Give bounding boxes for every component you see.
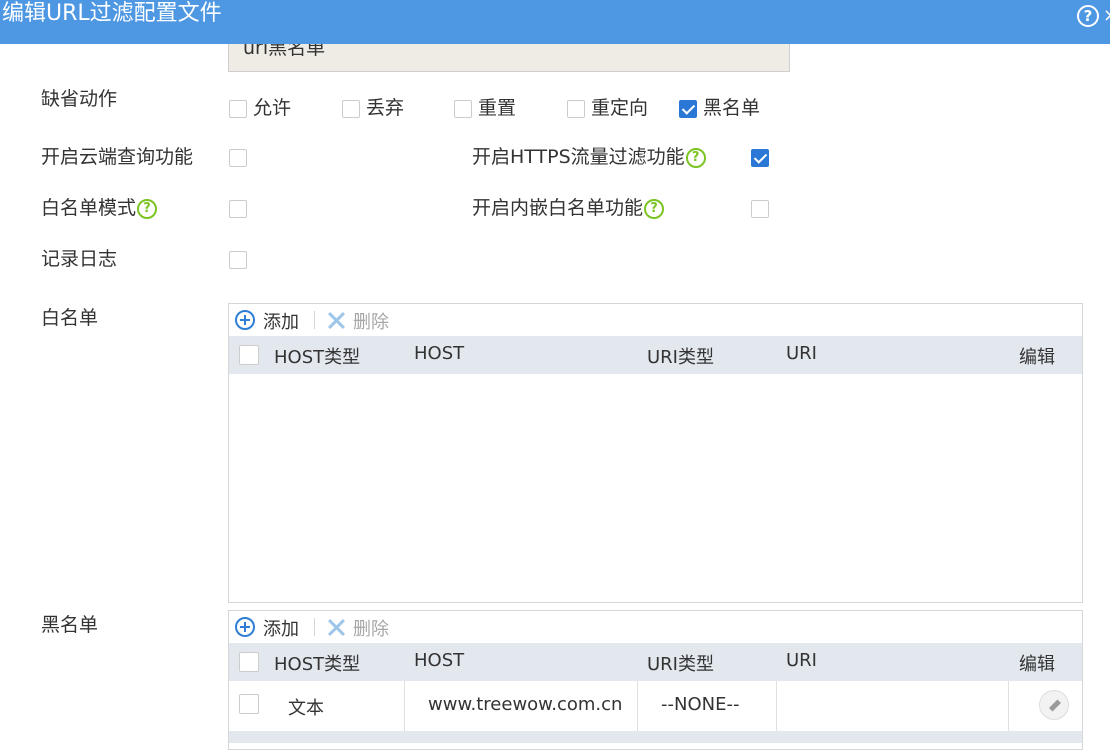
whitelist-header-row: HOST类型 HOST URI类型 URI 编辑 <box>229 336 1082 374</box>
plus-circle-icon <box>235 617 255 637</box>
cell-divider <box>637 681 638 731</box>
cell-uri-type: --NONE-- <box>661 694 740 715</box>
https-filter-label-wrap: 开启HTTPS流量过滤功能? <box>472 145 706 169</box>
column-host-type[interactable]: HOST类型 <box>274 650 360 676</box>
pencil-edit-icon[interactable] <box>1039 690 1069 720</box>
whitelist-grid: 添加 删除 HOST类型 HOST URI类型 URI 编辑 <box>228 303 1083 603</box>
blacklist-add-label: 添加 <box>263 619 299 640</box>
column-host[interactable]: HOST <box>414 343 464 364</box>
column-uri-type[interactable]: URI类型 <box>647 650 714 676</box>
cell-host: www.treewow.com.cn <box>428 694 623 715</box>
table-row[interactable] <box>229 731 1082 743</box>
blacklist-toolbar: 添加 删除 <box>229 611 1082 643</box>
reset-checkbox[interactable] <box>454 100 472 118</box>
table-row[interactable]: 文本 www.treewow.com.cn --NONE-- <box>229 681 1082 731</box>
help-icon[interactable]: ? <box>1077 5 1099 27</box>
whitelist-mode-label: 白名单模式 <box>41 197 137 219</box>
help-icon[interactable]: ? <box>644 198 665 219</box>
blacklist-grid: 添加 删除 HOST类型 HOST URI类型 URI 编辑 文本 www.tr… <box>228 610 1083 750</box>
column-edit: 编辑 <box>1019 347 1055 368</box>
redirect-checkbox[interactable] <box>567 100 585 118</box>
cell-divider <box>1008 681 1009 731</box>
embedded-whitelist-label: 开启内嵌白名单功能 <box>472 197 644 219</box>
row-checkbox[interactable] <box>239 694 259 714</box>
default-action-label: 缺省动作 <box>41 88 118 110</box>
blacklist-label: 黑名单 <box>41 614 99 636</box>
embedded-whitelist-checkbox[interactable] <box>751 200 769 218</box>
https-filter-checkbox[interactable] <box>751 149 769 167</box>
column-edit: 编辑 <box>1019 654 1055 675</box>
log-checkbox[interactable] <box>229 251 247 269</box>
close-icon[interactable]: × <box>1103 4 1110 28</box>
embedded-whitelist-label-wrap: 开启内嵌白名单功能? <box>472 196 665 220</box>
drop-checkbox[interactable] <box>342 100 360 118</box>
column-uri[interactable]: URI <box>786 650 817 671</box>
drop-label: 丢弃 <box>366 97 405 119</box>
whitelist-mode-checkbox[interactable] <box>229 200 247 218</box>
column-host-type[interactable]: HOST类型 <box>274 343 360 369</box>
toolbar-divider <box>314 311 315 329</box>
whitelist-select-all-checkbox[interactable] <box>239 345 259 365</box>
https-filter-label: 开启HTTPS流量过滤功能 <box>472 146 685 168</box>
blacklist-select-all-checkbox[interactable] <box>239 652 259 672</box>
toolbar-divider <box>314 618 315 636</box>
help-icon[interactable]: ? <box>137 198 158 219</box>
whitelist-label: 白名单 <box>41 307 99 329</box>
column-uri[interactable]: URI <box>786 343 817 364</box>
cloud-query-label: 开启云端查询功能 <box>41 146 194 168</box>
whitelist-toolbar: 添加 删除 <box>229 304 1082 336</box>
column-uri-type[interactable]: URI类型 <box>647 343 714 369</box>
delete-x-icon <box>326 616 346 638</box>
whitelist-add-label: 添加 <box>263 312 299 333</box>
cell-divider <box>776 681 777 731</box>
cell-divider <box>404 681 405 731</box>
profile-name-value: url黑名单 <box>243 44 326 59</box>
dialog-titlebar: 编辑URL过滤配置文件 ? × <box>0 0 1110 44</box>
cloud-query-checkbox[interactable] <box>229 149 247 167</box>
allow-label: 允许 <box>253 97 292 119</box>
help-icon[interactable]: ? <box>685 147 706 168</box>
log-label: 记录日志 <box>41 248 118 270</box>
cell-host-type: 文本 <box>288 698 324 719</box>
redirect-label: 重定向 <box>591 97 649 119</box>
whitelist-delete-label: 删除 <box>353 312 389 333</box>
delete-x-icon <box>326 309 346 331</box>
reset-label: 重置 <box>478 97 517 119</box>
column-host[interactable]: HOST <box>414 650 464 671</box>
blacklist-delete-label: 删除 <box>353 619 389 640</box>
blacklist-header-row: HOST类型 HOST URI类型 URI 编辑 <box>229 643 1082 681</box>
plus-circle-icon <box>235 310 255 330</box>
dialog-title: 编辑URL过滤配置文件 <box>2 1 222 26</box>
whitelist-mode-label-wrap: 白名单模式? <box>41 196 158 220</box>
blacklist-action-label: 黑名单 <box>703 97 761 119</box>
profile-name-input[interactable]: url黑名单 <box>228 44 790 72</box>
blacklist-action-checkbox[interactable] <box>679 100 697 118</box>
allow-checkbox[interactable] <box>229 100 247 118</box>
